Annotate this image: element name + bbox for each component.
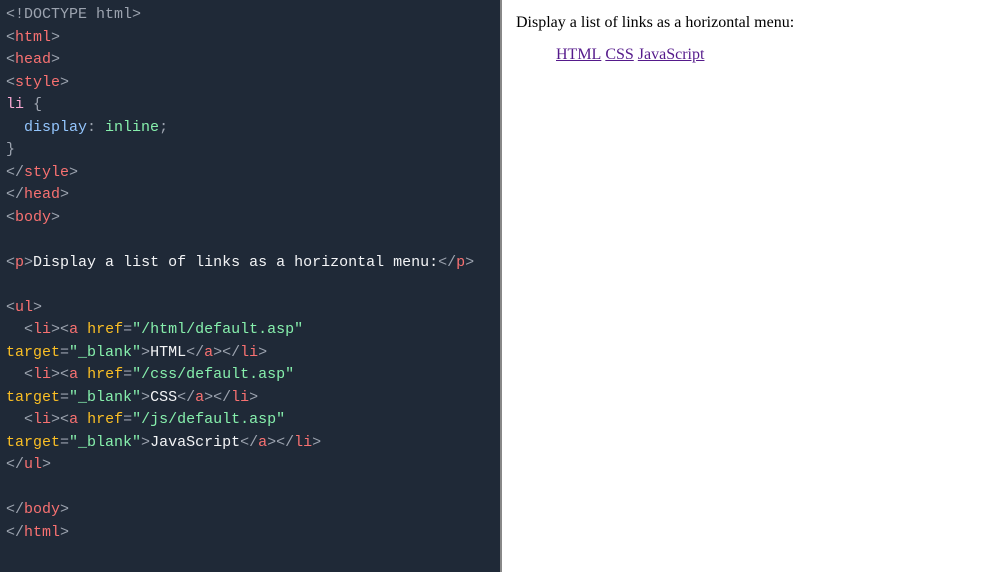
code-doctype: <!DOCTYPE html> [6, 6, 141, 23]
list-item: JavaScript [638, 46, 705, 63]
preview-link-css[interactable]: CSS [605, 46, 633, 63]
preview-link-html[interactable]: HTML [556, 46, 601, 63]
list-item: CSS [605, 46, 633, 63]
preview-link-list: HTML CSS JavaScript [516, 46, 988, 64]
preview-paragraph: Display a list of links as a horizontal … [516, 14, 988, 32]
code-editor[interactable]: <!DOCTYPE html> <html> <head> <style> li… [0, 0, 500, 572]
preview-pane: Display a list of links as a horizontal … [500, 0, 1002, 572]
list-item: HTML [556, 46, 601, 63]
preview-link-js[interactable]: JavaScript [638, 46, 705, 63]
